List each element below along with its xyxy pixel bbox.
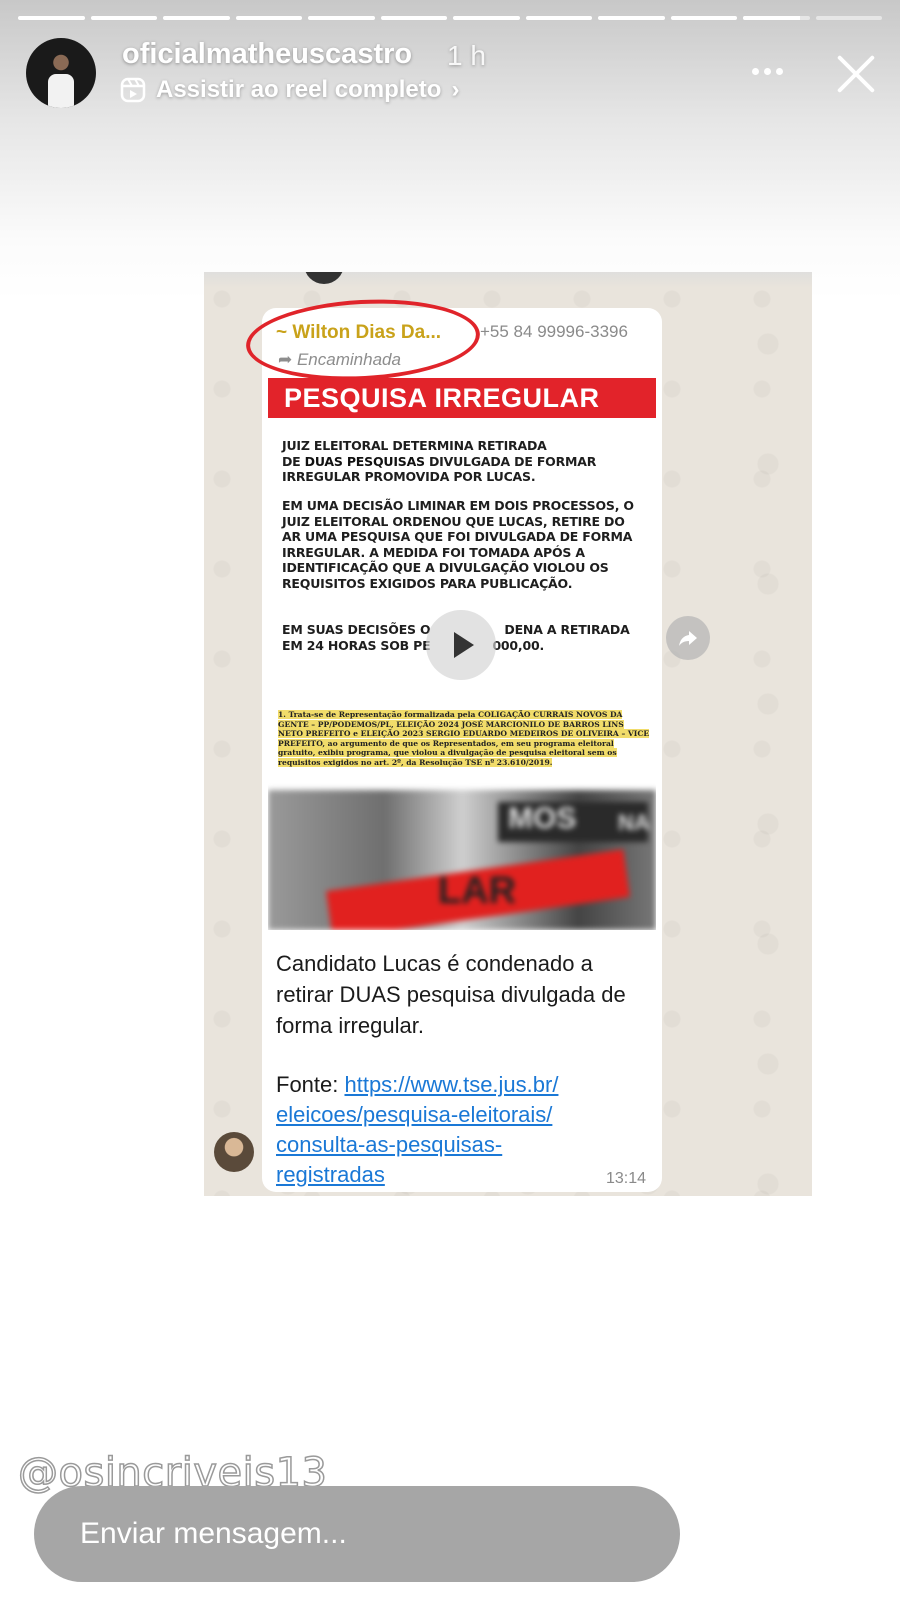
watch-full-reel-label: Assistir ao reel completo	[156, 76, 442, 103]
whatsapp-screenshot-image: ~ Wilton Dias Da... +55 84 99996-3396 ➦ …	[204, 272, 812, 1196]
story-progress-fill	[163, 16, 230, 20]
fine-print-text: 1. Trata-se de Representação formalizada…	[278, 710, 650, 767]
story-progress-segment	[743, 16, 810, 20]
post-p3-d: 000,00.	[492, 637, 545, 653]
story-progress-segment	[380, 16, 447, 20]
post-paragraph-2: EM UMA DECISÃO LIMINAR EM DOIS PROCESSOS…	[282, 498, 634, 591]
avatar-figure	[48, 74, 74, 108]
story-username[interactable]: oficialmatheuscastro	[122, 38, 412, 71]
story-progress-bar	[18, 16, 882, 20]
story-progress-segment	[598, 16, 665, 20]
source-label: Fonte:	[276, 1072, 345, 1097]
message-timestamp: 13:14	[605, 1170, 646, 1187]
post-p3-a: EM SUAS DECISÕES O	[282, 622, 431, 637]
post-banner-title: PESQUISA IRREGULAR	[268, 378, 656, 418]
post-p1-prefix: DE	[282, 453, 305, 469]
post-p3-b: DENA A RETIRADA	[504, 622, 630, 637]
sender-avatar	[214, 1132, 254, 1172]
watch-full-reel-link[interactable]: Assistir ao reel completo ›	[120, 76, 459, 104]
forward-share-icon	[666, 616, 710, 660]
reels-icon	[120, 77, 146, 103]
red-hand-drawn-circle	[244, 293, 482, 387]
post-p1-suffix: DIVULGADA DE FORMAR	[424, 453, 597, 469]
story-progress-fill	[598, 16, 665, 20]
post-p1-bold: DUAS PESQUISAS	[304, 453, 425, 469]
post-paragraph-1-line-3: IRREGULAR PROMOVIDA POR LUCAS.	[282, 469, 536, 484]
close-icon[interactable]	[834, 52, 878, 96]
thumbnail-word-3: LAR	[438, 870, 517, 912]
story-progress-segment	[525, 16, 592, 20]
story-progress-fill	[90, 16, 157, 20]
story-progress-segment	[163, 16, 230, 20]
more-horizontal-icon[interactable]	[752, 58, 792, 82]
story-time-ago: 1 h	[447, 40, 486, 71]
story-progress-segment	[18, 16, 85, 20]
story-progress-segment	[235, 16, 302, 20]
story-progress-segment	[815, 16, 882, 20]
story-progress-fill	[308, 16, 375, 20]
story-progress-fill	[743, 16, 800, 20]
profile-avatar[interactable]	[26, 38, 96, 108]
source-link-line-4: registradas	[276, 1162, 385, 1187]
send-message-input[interactable]	[34, 1486, 680, 1582]
story-progress-fill	[453, 16, 520, 20]
more-dot	[764, 68, 771, 75]
post-paragraph-1-line-1: JUIZ ELEITORAL DETERMINA RETIRADA	[282, 438, 547, 453]
blurred-video-thumbnail: MOS LAR NA	[268, 790, 656, 930]
story-progress-fill	[525, 16, 592, 20]
post-paragraph-1-line-2: DE DUAS PESQUISAS DIVULGADA DE FORMAR	[282, 454, 652, 470]
message-caption: Candidato Lucas é condenado a retirar DU…	[276, 951, 626, 1038]
forwarded-message-bubble: ~ Wilton Dias Da... +55 84 99996-3396 ➦ …	[244, 293, 662, 1192]
video-play-icon[interactable]	[426, 610, 496, 680]
story-progress-segment	[670, 16, 737, 20]
source-link-line-2: eleicoes/pesquisa-eleitorais/	[276, 1102, 553, 1127]
story-progress-fill	[18, 16, 85, 20]
sender-phone: +55 84 99996-3396	[480, 322, 628, 341]
more-dot	[776, 68, 783, 75]
chevron-right-icon: ›	[451, 76, 460, 103]
story-progress-fill	[235, 16, 302, 20]
post-p3-c: EM 24 HORAS SOB PE	[282, 637, 431, 653]
source-link-line-1: https://www.tse.jus.br/	[344, 1072, 559, 1097]
post-paragraph-1: JUIZ ELEITORAL DETERMINA RETIRADA DE DUA…	[282, 438, 652, 485]
story-progress-segment	[90, 16, 157, 20]
thumbnail-word-1: MOS	[508, 802, 577, 835]
story-progress-segment	[453, 16, 520, 20]
story-progress-segment	[308, 16, 375, 20]
message-source: Fonte: https://www.tse.jus.br/eleicoes/p…	[276, 1070, 646, 1190]
thumbnail-word-2: NA	[618, 810, 650, 835]
screenshot-top-edge	[204, 272, 812, 288]
story-progress-fill	[380, 16, 447, 20]
story-progress-fill	[670, 16, 737, 20]
news-post-image: PESQUISA IRREGULAR JUIZ ELEITORAL DETERM…	[268, 378, 656, 930]
source-link-line-3: consulta-as-pesquisas-	[276, 1132, 503, 1157]
more-dot	[752, 68, 759, 75]
legal-fine-print: 1. Trata-se de Representação formalizada…	[278, 710, 650, 768]
